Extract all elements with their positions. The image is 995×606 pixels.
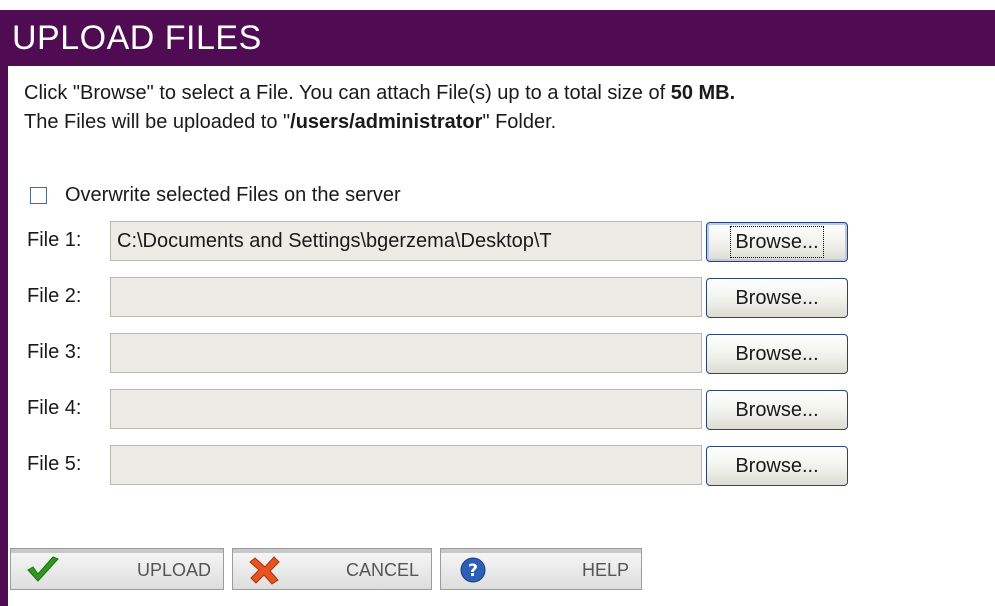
browse-label: Browse... bbox=[735, 343, 819, 365]
overwrite-label[interactable]: Overwrite selected Files on the server bbox=[65, 184, 401, 207]
file-path-input-3[interactable] bbox=[110, 333, 702, 373]
file-row-5: File 5: Browse... bbox=[0, 445, 995, 489]
upload-label: UPLOAD bbox=[136, 560, 211, 580]
file-path-input-1[interactable]: C:\Documents and Settings\bgerzema\Deskt… bbox=[110, 221, 702, 261]
checkmark-icon bbox=[27, 556, 59, 582]
browse-label: Browse... bbox=[735, 399, 819, 421]
browse-button-4[interactable]: Browse... bbox=[706, 390, 848, 430]
description-text: Click "Browse" to select a File. You can… bbox=[24, 82, 671, 104]
browse-label: Browse... bbox=[735, 287, 819, 309]
x-icon bbox=[249, 556, 280, 585]
target-folder: /users/administrator bbox=[290, 111, 483, 133]
browse-button-2[interactable]: Browse... bbox=[706, 278, 848, 318]
file-row-1: File 1: C:\Documents and Settings\bgerze… bbox=[0, 221, 995, 265]
file-path-input-5[interactable] bbox=[110, 445, 702, 485]
help-label: HELP bbox=[581, 560, 629, 580]
question-icon: ? bbox=[460, 557, 486, 583]
description-line-1: Click "Browse" to select a File. You can… bbox=[24, 82, 735, 105]
upload-button[interactable]: UPLOAD bbox=[10, 548, 224, 590]
browse-button-3[interactable]: Browse... bbox=[706, 334, 848, 374]
file-path-input-4[interactable] bbox=[110, 389, 702, 429]
header-bar: UPLOAD FILES bbox=[0, 10, 995, 66]
file-label: File 4: bbox=[27, 397, 82, 419]
overwrite-checkbox[interactable] bbox=[30, 186, 47, 204]
file-label: File 1: bbox=[27, 229, 82, 251]
browse-label: Browse... bbox=[735, 455, 819, 477]
description-suffix: " Folder. bbox=[482, 111, 557, 133]
browse-button-5[interactable]: Browse... bbox=[706, 446, 848, 486]
file-label: File 2: bbox=[27, 285, 82, 307]
file-path-input-2[interactable] bbox=[110, 277, 702, 317]
overwrite-option: Overwrite selected Files on the server bbox=[30, 182, 401, 208]
cancel-button[interactable]: CANCEL bbox=[232, 548, 432, 590]
page-title: UPLOAD FILES bbox=[12, 19, 262, 57]
browse-button-1[interactable]: Browse... bbox=[706, 222, 848, 262]
file-row-2: File 2: Browse... bbox=[0, 277, 995, 321]
browse-label: Browse... bbox=[730, 226, 824, 258]
help-button[interactable]: ? HELP bbox=[440, 548, 642, 590]
cancel-label: CANCEL bbox=[345, 560, 419, 580]
upload-files-panel: UPLOAD FILES Click "Browse" to select a … bbox=[0, 10, 995, 606]
file-label: File 5: bbox=[27, 453, 82, 475]
description-prefix: The Files will be uploaded to " bbox=[24, 111, 291, 133]
file-row-4: File 4: Browse... bbox=[0, 389, 995, 433]
max-size: 50 MB. bbox=[670, 82, 736, 104]
file-row-3: File 3: Browse... bbox=[0, 333, 995, 377]
svg-text:?: ? bbox=[468, 561, 478, 581]
file-label: File 3: bbox=[27, 341, 82, 363]
description-line-2: The Files will be uploaded to "/users/ad… bbox=[24, 111, 556, 134]
